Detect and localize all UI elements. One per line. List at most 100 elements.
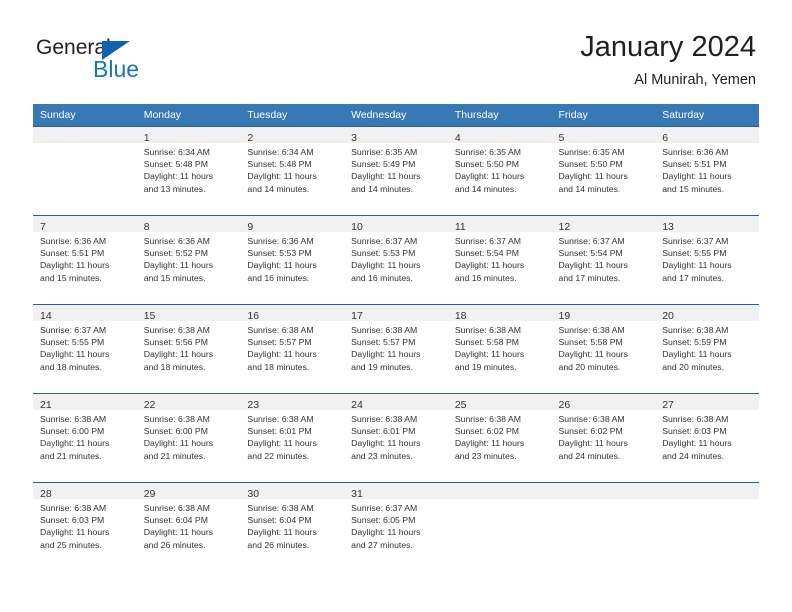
daylight-text-line1: Daylight: 11 hours: [143, 349, 214, 360]
sunset-text: Sunset: 6:01 PM: [351, 426, 416, 437]
daylight-text-line1: Daylight: 11 hours: [662, 438, 732, 449]
day-cell[interactable]: 17 Sunrise: 6:38 AM Sunset: 5:57 PM Dayl…: [344, 304, 448, 394]
day-cell[interactable]: 2 Sunrise: 6:34 AM Sunset: 5:48 PM Dayli…: [240, 126, 345, 216]
day-cell[interactable]: 30 Sunrise: 6:38 AM Sunset: 6:04 PM Dayl…: [240, 482, 345, 571]
daylight-text-line2: and 22 minutes.: [247, 450, 310, 461]
day-cell[interactable]: 3 Sunrise: 6:35 AM Sunset: 5:49 PM Dayli…: [344, 126, 448, 216]
sunrise-text: Sunrise: 6:38 AM: [247, 325, 314, 335]
day-cell[interactable]: 12 Sunrise: 6:37 AM Sunset: 5:54 PM Dayl…: [551, 215, 656, 305]
calendar-page: General Blue January 2024 Al Munirah, Ye…: [0, 0, 792, 612]
sunset-text: Sunset: 6:04 PM: [247, 515, 312, 526]
day-cell[interactable]: 13 Sunrise: 6:37 AM Sunset: 5:55 PM Dayl…: [655, 215, 759, 305]
sunset-text: Sunset: 5:48 PM: [143, 159, 208, 170]
sunset-text: Sunset: 5:50 PM: [558, 159, 623, 170]
day-cell[interactable]: 7 Sunrise: 6:36 AM Sunset: 5:51 PM Dayli…: [33, 215, 137, 305]
daylight-text-line2: and 23 minutes.: [351, 450, 413, 461]
day-cell[interactable]: 9 Sunrise: 6:36 AM Sunset: 5:53 PM Dayli…: [240, 215, 345, 305]
daylight-text-line1: Daylight: 11 hours: [662, 260, 732, 271]
day-cell[interactable]: 27 Sunrise: 6:38 AM Sunset: 6:03 PM Dayl…: [655, 393, 759, 483]
day-cell[interactable]: 26 Sunrise: 6:38 AM Sunset: 6:02 PM Dayl…: [551, 393, 656, 483]
daylight-text-line2: and 23 minutes.: [454, 450, 517, 461]
day-cell: [551, 482, 656, 571]
daylight-text-line1: Daylight: 11 hours: [247, 438, 317, 449]
daylight-text-line2: and 24 minutes.: [558, 450, 621, 461]
weekday-header-saturday: Saturday: [655, 104, 759, 127]
day-cell[interactable]: 24 Sunrise: 6:38 AM Sunset: 6:01 PM Dayl…: [344, 393, 448, 483]
sunrise-text: Sunrise: 6:38 AM: [662, 414, 729, 424]
day-cell[interactable]: 14 Sunrise: 6:37 AM Sunset: 5:55 PM Dayl…: [33, 304, 137, 394]
sunset-text: Sunset: 5:53 PM: [351, 248, 416, 259]
sunset-text: Sunset: 6:02 PM: [558, 426, 623, 437]
daylight-text-line1: Daylight: 11 hours: [351, 260, 421, 271]
daylight-text-line1: Daylight: 11 hours: [454, 349, 525, 360]
daylight-text-line1: Daylight: 11 hours: [143, 171, 214, 182]
calendar-body: 1 Sunrise: 6:34 AM Sunset: 5:48 PM Dayli…: [33, 126, 759, 571]
day-cell[interactable]: 4 Sunrise: 6:35 AM Sunset: 5:50 PM Dayli…: [447, 126, 552, 216]
sunrise-text: Sunrise: 6:38 AM: [558, 414, 625, 424]
day-cell[interactable]: 5 Sunrise: 6:35 AM Sunset: 5:50 PM Dayli…: [551, 126, 656, 216]
sunset-text: Sunset: 6:00 PM: [143, 426, 208, 437]
day-number: 23: [247, 399, 260, 411]
daylight-text-line1: Daylight: 11 hours: [558, 171, 628, 182]
daylight-text-line1: Daylight: 11 hours: [40, 438, 110, 449]
sunset-text: Sunset: 5:54 PM: [454, 248, 520, 259]
day-cell[interactable]: 19 Sunrise: 6:38 AM Sunset: 5:58 PM Dayl…: [551, 304, 656, 394]
day-cell[interactable]: 28 Sunrise: 6:38 AM Sunset: 6:03 PM Dayl…: [33, 482, 137, 571]
sunrise-text: Sunrise: 6:35 AM: [454, 147, 521, 157]
general-blue-logo[interactable]: General Blue: [36, 36, 206, 86]
day-number: 11: [454, 221, 466, 233]
daylight-text-line1: Daylight: 11 hours: [351, 349, 421, 360]
sunrise-text: Sunrise: 6:37 AM: [454, 236, 521, 246]
day-cell[interactable]: 11 Sunrise: 6:37 AM Sunset: 5:54 PM Dayl…: [447, 215, 552, 305]
daylight-text-line2: and 25 minutes.: [40, 539, 102, 550]
day-cell[interactable]: 16 Sunrise: 6:38 AM Sunset: 5:57 PM Dayl…: [240, 304, 345, 394]
sunrise-text: Sunrise: 6:38 AM: [662, 325, 729, 335]
day-cell[interactable]: 23 Sunrise: 6:38 AM Sunset: 6:01 PM Dayl…: [240, 393, 345, 483]
day-number: 16: [247, 310, 260, 322]
day-cell[interactable]: 25 Sunrise: 6:38 AM Sunset: 6:02 PM Dayl…: [447, 393, 552, 483]
day-cell[interactable]: 20 Sunrise: 6:38 AM Sunset: 5:59 PM Dayl…: [655, 304, 759, 394]
daylight-text-line2: and 14 minutes.: [454, 183, 517, 194]
sunrise-text: Sunrise: 6:35 AM: [558, 147, 625, 157]
day-number: 27: [662, 399, 674, 411]
week-row: 14 Sunrise: 6:37 AM Sunset: 5:55 PM Dayl…: [33, 304, 759, 394]
weekday-header-tuesday: Tuesday: [240, 104, 345, 127]
day-number: 1: [143, 132, 150, 144]
sunset-text: Sunset: 5:48 PM: [247, 159, 312, 170]
logo-text-blue: Blue: [93, 56, 140, 82]
day-number: 21: [40, 399, 52, 411]
sunset-text: Sunset: 6:02 PM: [454, 426, 520, 437]
daylight-text-line2: and 14 minutes.: [558, 183, 621, 194]
daylight-text-line2: and 26 minutes.: [247, 539, 310, 550]
daylight-text-line1: Daylight: 11 hours: [351, 438, 421, 449]
sunrise-text: Sunrise: 6:38 AM: [143, 503, 210, 513]
day-number: 24: [351, 399, 363, 411]
day-cell[interactable]: 29 Sunrise: 6:38 AM Sunset: 6:04 PM Dayl…: [136, 482, 241, 571]
day-cell[interactable]: 22 Sunrise: 6:38 AM Sunset: 6:00 PM Dayl…: [136, 393, 241, 483]
day-cell[interactable]: 18 Sunrise: 6:38 AM Sunset: 5:58 PM Dayl…: [447, 304, 552, 394]
sunrise-text: Sunrise: 6:37 AM: [662, 236, 729, 246]
weekday-header-thursday: Thursday: [447, 104, 552, 127]
sunset-text: Sunset: 6:05 PM: [351, 515, 416, 526]
day-cell[interactable]: 10 Sunrise: 6:37 AM Sunset: 5:53 PM Dayl…: [344, 215, 448, 305]
sunset-text: Sunset: 5:55 PM: [662, 248, 727, 259]
week-row: 1 Sunrise: 6:34 AM Sunset: 5:48 PM Dayli…: [33, 126, 759, 216]
day-cell[interactable]: 8 Sunrise: 6:36 AM Sunset: 5:52 PM Dayli…: [136, 215, 241, 305]
daylight-text-line1: Daylight: 11 hours: [247, 260, 317, 271]
daylight-text-line1: Daylight: 11 hours: [558, 438, 628, 449]
day-cell[interactable]: 6 Sunrise: 6:36 AM Sunset: 5:51 PM Dayli…: [655, 126, 759, 216]
day-cell[interactable]: 15 Sunrise: 6:38 AM Sunset: 5:56 PM Dayl…: [136, 304, 241, 394]
sunrise-text: Sunrise: 6:35 AM: [351, 147, 418, 157]
day-cell[interactable]: 31 Sunrise: 6:37 AM Sunset: 6:05 PM Dayl…: [344, 482, 448, 571]
daylight-text-line1: Daylight: 11 hours: [40, 349, 110, 360]
daylight-text-line1: Daylight: 11 hours: [143, 527, 214, 538]
day-number: 9: [247, 221, 254, 233]
daylight-text-line1: Daylight: 11 hours: [662, 171, 732, 182]
day-number: 7: [40, 221, 46, 233]
day-number: 15: [143, 310, 156, 322]
calendar-header-row-group: Sunday Monday Tuesday Wednesday Thursday…: [33, 104, 759, 127]
day-cell[interactable]: 1 Sunrise: 6:34 AM Sunset: 5:48 PM Dayli…: [136, 126, 241, 216]
day-cell[interactable]: 21 Sunrise: 6:38 AM Sunset: 6:00 PM Dayl…: [33, 393, 137, 483]
daylight-text-line2: and 14 minutes.: [351, 183, 413, 194]
sunrise-text: Sunrise: 6:38 AM: [351, 325, 418, 335]
